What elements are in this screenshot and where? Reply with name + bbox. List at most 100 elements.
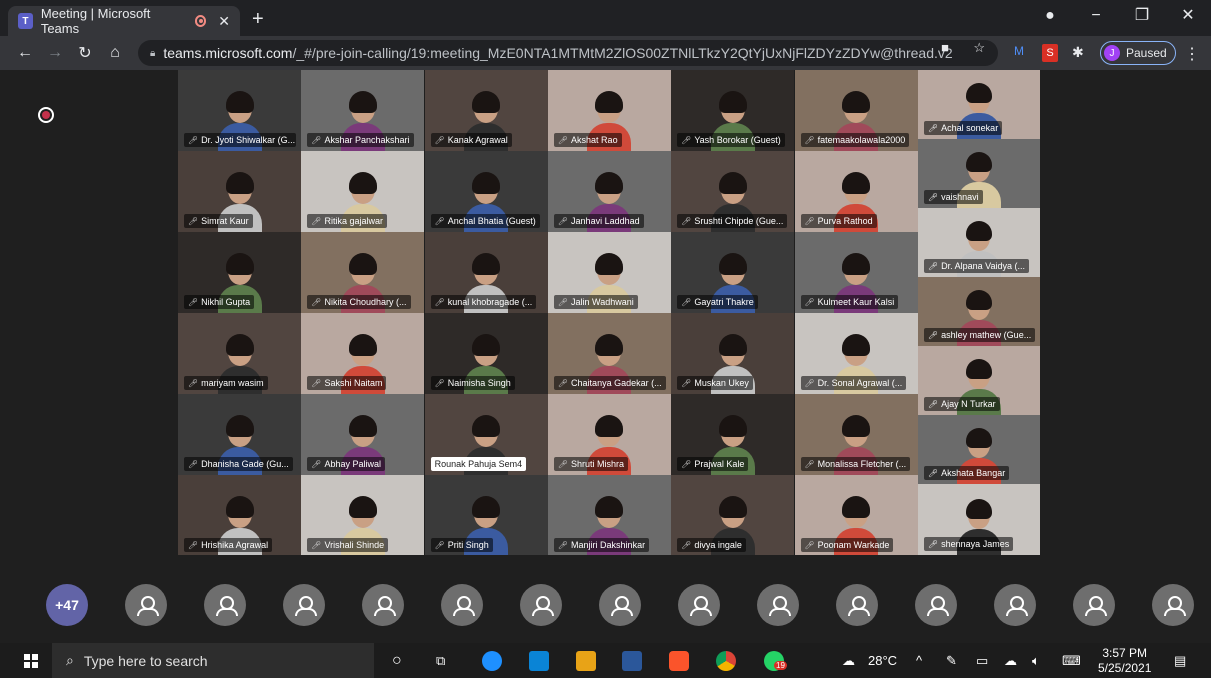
participant-name-label: 🎤︎ Monalissa Fletcher (... — [800, 457, 911, 471]
participant-video-tile[interactable]: 🎤︎ Ajay N Turkar — [918, 346, 1040, 415]
chrome-icon[interactable] — [716, 651, 736, 671]
participant-video-tile[interactable]: 🎤︎ Purva Rathod — [794, 151, 918, 232]
participant-avatar[interactable] — [1073, 584, 1115, 626]
participant-video-tile[interactable]: 🎤︎ Simrat Kaur — [178, 151, 301, 232]
mic-muted-icon: 🎤︎ — [434, 217, 445, 226]
word-icon[interactable] — [622, 651, 642, 671]
participant-avatar[interactable] — [678, 584, 720, 626]
bookmark-star-icon[interactable]: ☆ — [973, 40, 985, 56]
participant-avatar[interactable] — [441, 584, 483, 626]
tray-chevron-icon[interactable]: ^ — [916, 643, 922, 678]
volume-icon[interactable]: 🔈︎ — [1032, 643, 1040, 678]
participant-video-tile[interactable]: 🎤︎ ashley mathew (Gue... — [918, 277, 1040, 346]
new-tab-button[interactable]: + — [252, 8, 264, 31]
participant-video-tile[interactable]: 🎤︎ Monalissa Fletcher (... — [794, 394, 918, 475]
participant-video-tile[interactable]: 🎤︎ Dr. Alpana Vaidya (... — [918, 208, 1040, 277]
participant-video-tile[interactable]: 🎤︎ Vrishali Shinde — [301, 475, 425, 556]
participant-video-tile[interactable]: 🎤︎ kunal khobragade (... — [424, 232, 548, 313]
participant-name-label: 🎤︎ Purva Rathod — [800, 214, 877, 228]
participant-video-tile[interactable]: 🎤︎ Poonam Warkade — [794, 475, 918, 556]
participant-video-tile[interactable]: 🎤︎ Sakshi Naitam — [301, 313, 425, 394]
participant-video-tile[interactable]: 🎤︎ shennaya James — [918, 484, 1040, 555]
whatsapp-icon[interactable]: 19 — [764, 651, 787, 671]
participant-video-tile[interactable]: 🎤︎ Chaitanya Gadekar (... — [547, 313, 671, 394]
close-window-button[interactable]: ✕ — [1165, 0, 1211, 32]
participant-avatar[interactable] — [520, 584, 562, 626]
participant-video-tile[interactable]: 🎤︎ Dr. Jyoti Shiwalkar (G... — [178, 70, 301, 151]
participant-video-tile[interactable]: 🎤︎ Jalin Wadhwani — [547, 232, 671, 313]
more-participants-button[interactable]: +47 — [46, 584, 88, 626]
participant-video-tile[interactable]: 🎤︎ Kulmeet Kaur Kalsi — [794, 232, 918, 313]
participant-avatar[interactable] — [204, 584, 246, 626]
file-explorer-icon[interactable] — [576, 651, 596, 671]
back-arrow-icon[interactable]: ← — [12, 44, 38, 62]
participant-video-tile[interactable]: 🎤︎ Akshat Rao — [547, 70, 671, 151]
pen-icon[interactable]: ✎ — [946, 643, 957, 678]
participant-video-tile[interactable]: 🎤︎ Akshar Panchakshari — [301, 70, 425, 151]
participant-video-tile[interactable]: 🎤︎ mariyam wasim — [178, 313, 301, 394]
participant-video-tile[interactable]: 🎤︎ Abhay Paliwal — [301, 394, 425, 475]
participant-avatar[interactable] — [836, 584, 878, 626]
participant-video-tile[interactable]: 🎤︎ Srushti Chipde (Gue... — [671, 151, 795, 232]
participant-video-tile[interactable]: 🎤︎ Prajwal Kale — [671, 394, 795, 475]
minimize-button[interactable]: − — [1073, 0, 1119, 32]
close-tab-icon[interactable]: ✕ — [218, 13, 230, 30]
participant-avatar[interactable] — [1152, 584, 1194, 626]
participant-video-tile[interactable]: 🎤︎ Dr. Sonal Agrawal (... — [794, 313, 918, 394]
taskbar-search-box[interactable]: ⌕ Type here to search — [52, 643, 374, 678]
profile-button[interactable]: J Paused — [1100, 41, 1176, 65]
participant-avatar[interactable] — [915, 584, 957, 626]
home-icon[interactable]: ⌂ — [102, 44, 128, 62]
participant-video-tile[interactable]: 🎤︎ vaishnavi — [918, 139, 1040, 208]
windows-start-icon[interactable] — [24, 654, 38, 668]
restore-button[interactable]: ❐ — [1119, 0, 1165, 32]
notification-icon[interactable]: ▤ — [1174, 643, 1186, 678]
participant-video-tile[interactable]: 🎤︎ Janhavi Laddhad — [547, 151, 671, 232]
task-view-icon[interactable]: ⧉ — [436, 643, 445, 678]
participant-video-tile[interactable]: 🎤︎ Manjiri Dakshinkar — [547, 475, 671, 556]
extension-s-icon[interactable]: S — [1042, 44, 1058, 62]
participant-video-tile[interactable]: 🎤︎ Nikita Choudhary (... — [301, 232, 425, 313]
participant-video-tile[interactable]: 🎤︎ Hrishika Agrawal — [178, 475, 301, 556]
participant-video-tile[interactable]: 🎤︎ Kanak Agrawal — [424, 70, 548, 151]
participant-video-tile[interactable]: 🎤︎ divya ingale — [671, 475, 795, 556]
participant-video-tile[interactable]: 🎤︎ Yash Borokar (Guest) — [671, 70, 795, 151]
participant-avatar[interactable] — [757, 584, 799, 626]
participant-video-tile[interactable]: 🎤︎ fatemaakolawala2000 — [794, 70, 918, 151]
participant-avatar[interactable] — [362, 584, 404, 626]
participant-avatar[interactable] — [599, 584, 641, 626]
participant-video-tile[interactable]: 🎤︎ Anchal Bhatia (Guest) — [424, 151, 548, 232]
edge-icon[interactable] — [482, 651, 502, 671]
cortana-icon[interactable]: ○ — [392, 643, 402, 678]
extension-m-icon[interactable]: M — [1014, 44, 1028, 62]
weather-temp[interactable]: 28°C — [868, 643, 897, 678]
participant-avatar[interactable] — [125, 584, 167, 626]
participant-avatar[interactable] — [283, 584, 325, 626]
browser-tab-teams[interactable]: T Meeting | Microsoft Teams ✕ — [8, 6, 240, 36]
address-bar[interactable]: 🔒︎ teams.microsoft.com /_#/pre-join-call… — [138, 40, 998, 66]
participant-video-tile[interactable]: 🎤︎ Ritika gajalwar — [301, 151, 425, 232]
camera-icon[interactable]: ■ — [941, 40, 949, 55]
participant-avatar[interactable] — [994, 584, 1036, 626]
participant-video-tile[interactable]: 🎤︎ Shruti Mishra — [547, 394, 671, 475]
participant-video-tile[interactable]: 🎤︎ Achal sonekar — [918, 70, 1040, 139]
participant-video-tile[interactable]: 🎤︎ Priti Singh — [424, 475, 548, 556]
participant-video-tile[interactable]: 🎤︎ Muskan Ukey — [671, 313, 795, 394]
battery-icon[interactable]: ▭ — [976, 643, 988, 678]
extensions-puzzle-icon[interactable]: ✱ — [1072, 44, 1088, 62]
participant-video-tile[interactable]: 🎤︎ Gayatri Thakre — [671, 232, 795, 313]
participant-video-tile[interactable]: 🎤︎ Nikhil Gupta — [178, 232, 301, 313]
participant-video-tile[interactable]: 🎤︎ Naimisha Singh — [424, 313, 548, 394]
keyboard-icon[interactable]: ⌨ — [1062, 643, 1081, 678]
onedrive-icon[interactable]: ☁ — [1004, 643, 1017, 678]
reload-icon[interactable]: ↻ — [72, 43, 98, 63]
browser-menu-icon[interactable]: ⋮ — [1184, 44, 1200, 64]
participant-video-tile[interactable]: 🎤︎ Akshata Bangar — [918, 415, 1040, 484]
participant-video-tile[interactable]: Rounak Pahuja Sem4 — [424, 394, 548, 475]
system-clock[interactable]: 3:57 PM 5/25/2021 — [1098, 646, 1151, 676]
brave-icon[interactable] — [669, 651, 689, 671]
forward-arrow-icon[interactable]: → — [42, 44, 68, 62]
chrome-media-icon[interactable]: ● — [1027, 0, 1073, 32]
participant-video-tile[interactable]: 🎤︎ Dhanisha Gade (Gu... — [178, 394, 301, 475]
mail-icon[interactable] — [529, 651, 549, 671]
